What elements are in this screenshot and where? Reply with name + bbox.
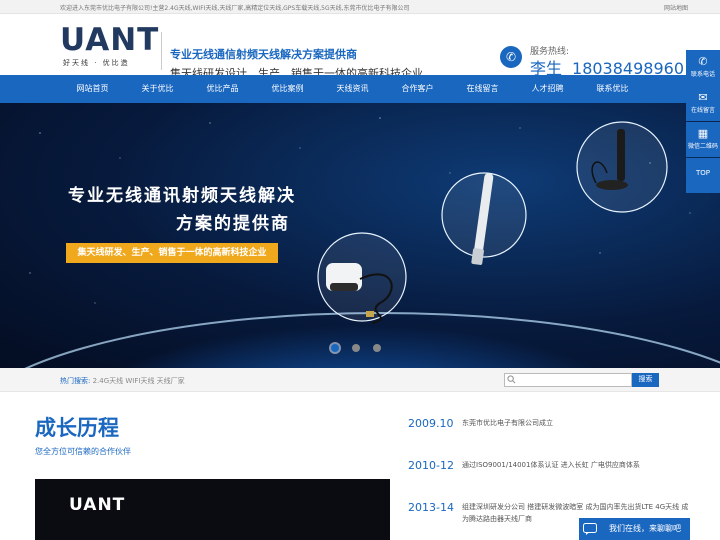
- growth-title: 成长历程: [35, 416, 119, 440]
- float-top-label: TOP: [695, 169, 710, 177]
- float-message-label: 在线留言: [690, 107, 715, 114]
- growth-section: 成长历程 您全方位可信赖的合作伙伴: [35, 412, 131, 457]
- hot-search-label: 热门搜索:: [60, 377, 91, 385]
- search-icon: [507, 375, 516, 384]
- timeline-desc: 通过ISO9001/14001体系认证 进入长虹 广电供应商体系: [462, 461, 640, 469]
- live-chat-bar[interactable]: 我们在线，来聊聊吧: [579, 518, 690, 540]
- timeline-desc: 东莞市优比电子有限公司成立: [462, 419, 553, 427]
- timeline-year: 2010-12: [408, 459, 454, 472]
- sitemap-link[interactable]: 网站地图: [664, 3, 688, 12]
- nav-item-contact[interactable]: 联系优比: [580, 75, 645, 103]
- nav-item-home[interactable]: 网站首页: [60, 75, 125, 103]
- search-bar: 热门搜索: 2.4G天线 WIFI天线 天线厂家 搜索: [0, 368, 720, 392]
- nav-item-clients[interactable]: 合作客户: [385, 75, 450, 103]
- logo-word: UANT: [60, 22, 160, 58]
- video-logo: UANT: [69, 495, 126, 515]
- gps-antenna-sphere: [317, 232, 407, 324]
- hot-search: 热门搜索: 2.4G天线 WIFI天线 天线厂家: [60, 376, 185, 386]
- banner-tagline: 集天线研发、生产、销售于一体的高新科技企业: [66, 243, 278, 263]
- side-float-bar: ✆ 联系电话 ✉ 在线留言 ▦ 微信二维码 TOP: [686, 50, 720, 194]
- slider-dot-2[interactable]: [352, 344, 360, 352]
- qr-code-icon: ▦: [697, 127, 709, 140]
- search-input[interactable]: [504, 373, 632, 387]
- slider-dot-1[interactable]: [331, 344, 339, 352]
- banner-background-art: [24, 117, 720, 368]
- company-video[interactable]: UANT: [35, 479, 390, 540]
- float-top[interactable]: TOP: [686, 158, 720, 193]
- header-line-1: 专业无线通信射频天线解决方案提供商: [170, 48, 357, 61]
- header-divider: [161, 32, 162, 70]
- timeline-year: 2013-14: [408, 501, 454, 514]
- nav-item-products[interactable]: 优比产品: [190, 75, 255, 103]
- nav-item-message[interactable]: 在线留言: [450, 75, 515, 103]
- chat-icon: [583, 523, 597, 535]
- magnetic-antenna-sphere: [576, 121, 668, 213]
- welcome-text: 欢迎进入东莞市优比电子有限公司!主营2.4G天线,WIFI天线,天线厂家,高精定…: [60, 5, 410, 12]
- slider-dot-3[interactable]: [373, 344, 381, 352]
- float-wechat-label: 微信二维码: [687, 143, 718, 150]
- nav-item-about[interactable]: 关于优比: [125, 75, 190, 103]
- growth-subtitle: 您全方位可信赖的合作伙伴: [35, 447, 131, 456]
- header: UANT 好天线 · 优比造 专业无线通信射频天线解决方案提供商 集天线研发设计…: [0, 14, 720, 80]
- site-logo[interactable]: UANT 好天线 · 优比造: [60, 22, 160, 81]
- float-wechat[interactable]: ▦ 微信二维码: [686, 122, 720, 157]
- hero-banner: 专业无线通讯射频天线解决 方案的提供商 集天线研发、生产、销售于一体的高新科技企…: [0, 103, 720, 368]
- hot-search-terms[interactable]: 2.4G天线 WIFI天线 天线厂家: [93, 377, 185, 385]
- top-bar: 欢迎进入东莞市优比电子有限公司!主营2.4G天线,WIFI天线,天线厂家,高精定…: [0, 0, 720, 14]
- logo-slogan: 好天线 · 优比造: [63, 59, 130, 67]
- stick-antenna-sphere: [441, 172, 527, 265]
- timeline-year: 2009.10: [408, 417, 454, 430]
- nav-item-jobs[interactable]: 人才招聘: [515, 75, 580, 103]
- float-contact-label: 联系电话: [690, 71, 715, 78]
- banner-heading-1: 专业无线通讯射频天线解决: [68, 186, 296, 206]
- banner-heading-2: 方案的提供商: [176, 214, 290, 234]
- float-contact[interactable]: ✆ 联系电话: [686, 50, 720, 85]
- float-message[interactable]: ✉ 在线留言: [686, 86, 720, 121]
- search-button[interactable]: 搜索: [632, 373, 659, 387]
- chat-bubble-icon: ✉: [698, 91, 708, 104]
- main-nav: 网站首页 关于优比 优比产品 优比案例 天线资讯 合作客户 在线留言 人才招聘 …: [0, 75, 720, 103]
- nav-item-cases[interactable]: 优比案例: [255, 75, 320, 103]
- phone-icon: ✆: [698, 55, 708, 68]
- nav-item-news[interactable]: 天线资讯: [320, 75, 385, 103]
- phone-icon: ✆: [500, 46, 522, 68]
- chat-text: 我们在线，来聊聊吧: [609, 524, 681, 533]
